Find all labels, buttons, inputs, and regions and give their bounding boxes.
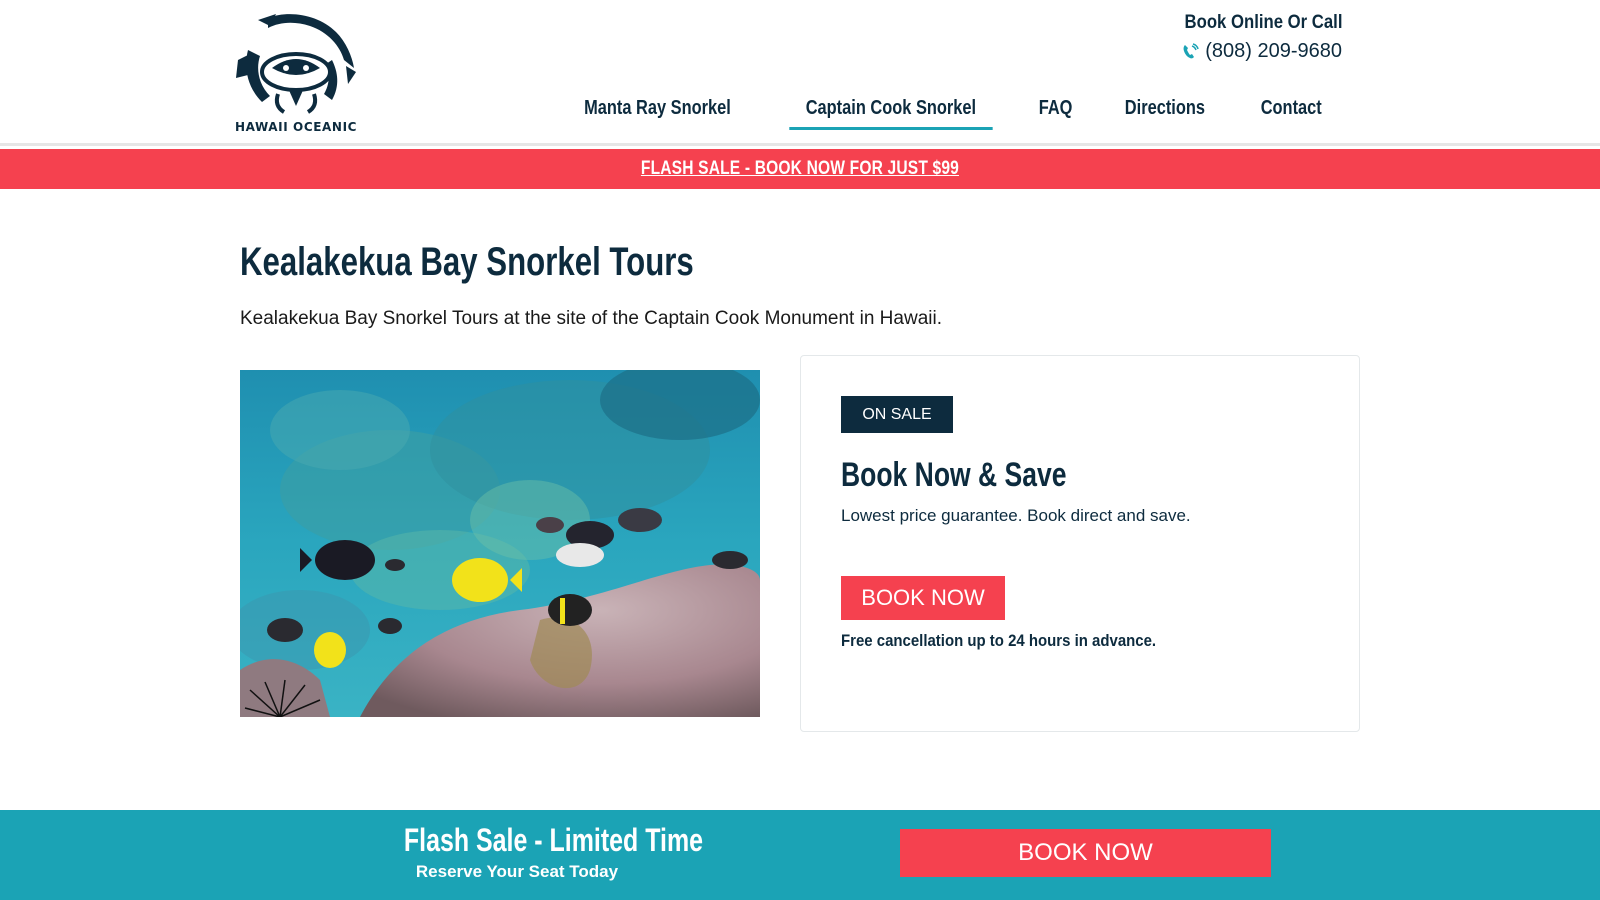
contact-block: Book Online Or Call (808) 209-9680 [1163,12,1342,63]
phone-icon [1183,42,1199,58]
main-nav: Manta Ray Snorkel Captain Cook Snorkel F… [548,88,1348,130]
cancellation-note: Free cancellation up to 24 hours in adva… [841,631,1157,650]
flash-sale-link[interactable]: FLASH SALE - BOOK NOW FOR JUST $99 [641,158,959,180]
nav-item-directions[interactable]: Directions [1108,88,1221,130]
card-title: Book Now & Save [841,456,1067,494]
underwater-reef-photo [240,370,760,717]
on-sale-badge: ON SALE [841,396,953,433]
bottom-book-now-button[interactable]: BOOK NOW [900,829,1271,877]
page-subtitle: Kealakekua Bay Snorkel Tours at the site… [240,308,942,329]
bottom-bar-title: Flash Sale - Limited Time [403,822,704,858]
hawaii-oceanic-logo[interactable]: HAWAII OCEANIC [228,10,364,134]
card-description: Lowest price guarantee. Book direct and … [841,506,1191,525]
bottom-bar-subtitle: Reserve Your Seat Today [415,862,619,881]
nav-item-manta-ray-snorkel[interactable]: Manta Ray Snorkel [568,88,748,130]
site-header: HAWAII OCEANIC Book Online Or Call (808)… [0,0,1600,146]
booking-card: ON SALE Book Now & Save Lowest price gua… [800,355,1360,732]
sticky-flash-sale-bar: Flash Sale - Limited Time Reserve Your S… [0,810,1600,900]
manta-shark-logo-icon [236,14,356,114]
reef-fish-image [240,370,760,717]
contact-label: Book Online Or Call [1184,12,1342,33]
book-now-button[interactable]: BOOK NOW [841,576,1005,620]
page-title: Kealakekua Bay Snorkel Tours [240,240,694,284]
logo-text: HAWAII OCEANIC [234,120,358,134]
nav-item-contact[interactable]: Contact [1244,88,1338,130]
nav-item-captain-cook-snorkel[interactable]: Captain Cook Snorkel [789,88,993,130]
flash-sale-banner: FLASH SALE - BOOK NOW FOR JUST $99 [0,149,1600,189]
phone-number: (808) 209-9680 [1205,40,1342,62]
nav-item-faq[interactable]: FAQ [1022,88,1089,130]
phone-link[interactable]: (808) 209-9680 [1163,40,1342,63]
